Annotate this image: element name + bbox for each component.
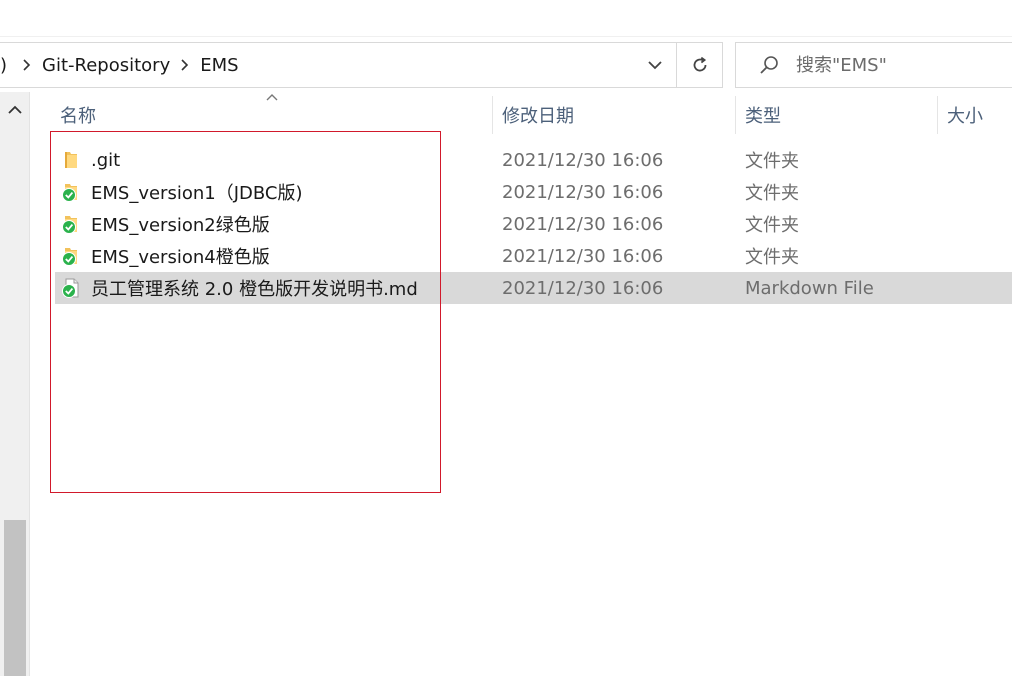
file-name: EMS_version4橙色版 xyxy=(91,247,270,268)
file-date: 2021/12/30 16:06 xyxy=(502,181,664,203)
folder-synced-icon xyxy=(61,182,81,202)
file-row-git[interactable]: .git 2021/12/30 16:06 文件夹 xyxy=(55,144,1012,176)
chevron-right-icon[interactable] xyxy=(172,59,198,71)
file-type: 文件夹 xyxy=(745,183,799,204)
file-name: EMS_version2绿色版 xyxy=(91,215,270,236)
file-name: 员工管理系统 2.0 橙色版开发说明书.md xyxy=(91,279,418,300)
file-date: 2021/12/30 16:06 xyxy=(502,277,664,299)
chevron-right-icon[interactable] xyxy=(14,59,40,71)
column-header-date[interactable]: 修改日期 xyxy=(502,98,732,132)
search-icon xyxy=(758,54,780,76)
column-divider[interactable] xyxy=(735,96,736,134)
refresh-button[interactable] xyxy=(676,43,722,87)
file-row-markdown[interactable]: 员工管理系统 2.0 橙色版开发说明书.md 2021/12/30 16:06 … xyxy=(55,272,1012,304)
breadcrumb-ems[interactable]: EMS xyxy=(198,55,240,76)
search-box[interactable] xyxy=(735,42,1012,88)
top-strip xyxy=(0,0,1012,37)
search-input[interactable] xyxy=(796,54,996,76)
vertical-scrollbar[interactable] xyxy=(0,92,30,676)
address-row: ) Git-Repository EMS xyxy=(0,42,1012,88)
column-header-size[interactable]: 大小 xyxy=(947,98,1012,132)
column-divider[interactable] xyxy=(937,96,938,134)
chevron-down-icon xyxy=(647,60,662,69)
file-row-ems-version2[interactable]: EMS_version2绿色版 2021/12/30 16:06 文件夹 xyxy=(55,208,1012,240)
folder-synced-icon xyxy=(61,214,81,234)
file-type: 文件夹 xyxy=(745,215,799,236)
folder-icon xyxy=(61,150,81,170)
column-header-row: 名称 修改日期 类型 大小 xyxy=(31,92,1012,134)
scroll-thumb[interactable] xyxy=(4,520,26,676)
refresh-icon xyxy=(693,56,706,72)
file-synced-icon xyxy=(61,278,81,298)
file-row-ems-version4[interactable]: EMS_version4橙色版 2021/12/30 16:06 文件夹 xyxy=(55,240,1012,272)
column-header-name[interactable]: 名称 xyxy=(60,98,490,132)
scroll-up-button[interactable] xyxy=(0,92,30,126)
breadcrumb-partial[interactable]: ) xyxy=(0,55,14,76)
file-name: .git xyxy=(91,149,121,171)
breadcrumb-git-repository[interactable]: Git-Repository xyxy=(40,55,172,76)
address-history-dropdown[interactable] xyxy=(632,43,676,87)
file-date: 2021/12/30 16:06 xyxy=(502,245,664,267)
file-list: 名称 修改日期 类型 大小 .git 2021/12/30 16:06 文件夹 xyxy=(31,92,1012,676)
file-type: Markdown File xyxy=(745,277,874,299)
file-date: 2021/12/30 16:06 xyxy=(502,213,664,235)
folder-synced-icon xyxy=(61,246,81,266)
file-type: 文件夹 xyxy=(745,247,799,268)
file-row-ems-version1[interactable]: EMS_version1（JDBC版) 2021/12/30 16:06 文件夹 xyxy=(55,176,1012,208)
chevron-up-icon xyxy=(8,105,22,114)
file-date: 2021/12/30 16:06 xyxy=(502,149,664,171)
address-bar[interactable]: ) Git-Repository EMS xyxy=(0,42,723,88)
column-header-type[interactable]: 类型 xyxy=(745,98,935,132)
column-divider[interactable] xyxy=(492,96,493,134)
file-name: EMS_version1（JDBC版) xyxy=(91,183,303,204)
file-type: 文件夹 xyxy=(745,151,799,172)
breadcrumb: ) Git-Repository EMS xyxy=(0,43,241,87)
